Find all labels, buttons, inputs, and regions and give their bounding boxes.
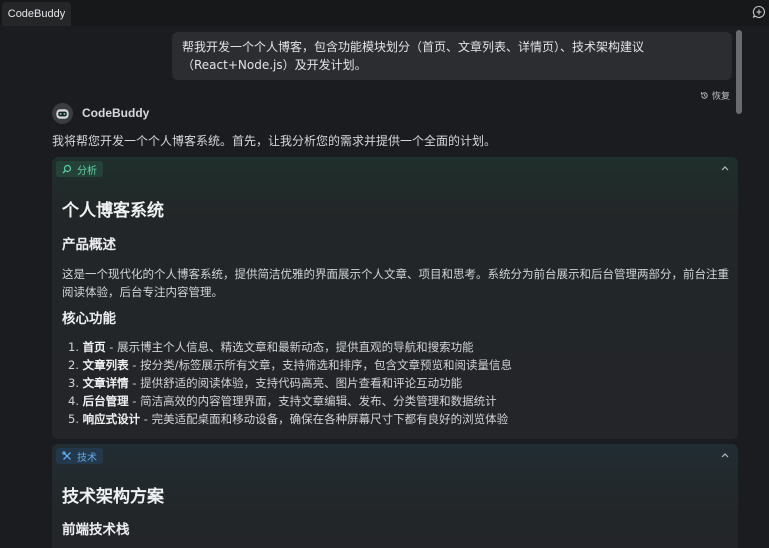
list-item: 5. 响应式设计 - 完美适配桌面和移动设备，确保在各种屏幕尺寸下都有良好的浏览… bbox=[68, 412, 509, 426]
restore-label: 恢复 bbox=[712, 91, 731, 102]
tech-tag[interactable]: 技术 bbox=[56, 448, 103, 464]
assistant-header: CodeBuddy bbox=[52, 102, 149, 124]
list-item: 4. 后台管理 - 简洁高效的内容管理界面，支持文章编辑、发布、分类管理和数据统… bbox=[68, 394, 497, 408]
tech-title: 技术架构方案 bbox=[62, 487, 164, 507]
restore-button[interactable]: 恢复 bbox=[700, 88, 730, 102]
chevron-up-icon[interactable] bbox=[720, 451, 730, 459]
frontend-heading: 前端技术栈 bbox=[62, 522, 130, 538]
chat-plus-icon[interactable] bbox=[751, 4, 767, 20]
analysis-block: 分析 个人博客系统 产品概述 这是一个现代化的个人博客系统，提供简洁优雅的界面展… bbox=[52, 157, 738, 439]
assistant-intro: 我将帮您开发一个个人博客系统。首先，让我分析您的需求并提供一个全面的计划。 bbox=[52, 134, 497, 148]
chevron-up-icon[interactable] bbox=[720, 164, 730, 172]
list-item: 3. 文章详情 - 提供舒适的阅读体验，支持代码高亮、图片查看和评论互动功能 bbox=[68, 376, 463, 390]
list-item: 2. 文章列表 - 按分类/标签展示所有文章，支持筛选和排序，包含文章预览和阅读… bbox=[68, 358, 512, 372]
scrollbar[interactable] bbox=[736, 30, 742, 114]
analysis-title: 个人博客系统 bbox=[62, 201, 164, 221]
features-heading: 核心功能 bbox=[62, 311, 116, 327]
tab-codebuddy[interactable]: CodeBuddy bbox=[2, 2, 71, 26]
list-item: 1. 首页 - 展示博主个人信息、精选文章和最新动态，提供直观的导航和搜索功能 bbox=[68, 340, 474, 354]
tech-block: 技术 技术架构方案 前端技术栈 bbox=[52, 444, 738, 548]
tech-label: 技术 bbox=[77, 452, 97, 464]
assistant-name: CodeBuddy bbox=[82, 106, 150, 120]
overview-heading: 产品概述 bbox=[62, 237, 116, 253]
tools-icon bbox=[62, 451, 71, 460]
tab-strip: CodeBuddy bbox=[0, 0, 769, 26]
feature-list: 1. 首页 - 展示博主个人信息、精选文章和最新动态，提供直观的导航和搜索功能 … bbox=[68, 338, 512, 428]
tab-title: CodeBuddy bbox=[7, 8, 66, 20]
overview-text: 这是一个现代化的个人博客系统，提供简洁优雅的界面展示个人文章、项目和思考。系统分… bbox=[62, 267, 729, 299]
analysis-tag[interactable]: 分析 bbox=[56, 161, 103, 177]
user-message: 帮我开发一个个人博客，包含功能模块划分（首页、文章列表、详情页）、技术架构建议（… bbox=[172, 32, 732, 80]
analysis-label: 分析 bbox=[77, 165, 97, 177]
history-icon bbox=[700, 91, 708, 99]
codebuddy-avatar-icon bbox=[52, 102, 73, 124]
search-icon bbox=[62, 164, 72, 174]
user-message-text: 帮我开发一个个人博客，包含功能模块划分（首页、文章列表、详情页）、技术架构建议（… bbox=[182, 40, 645, 72]
